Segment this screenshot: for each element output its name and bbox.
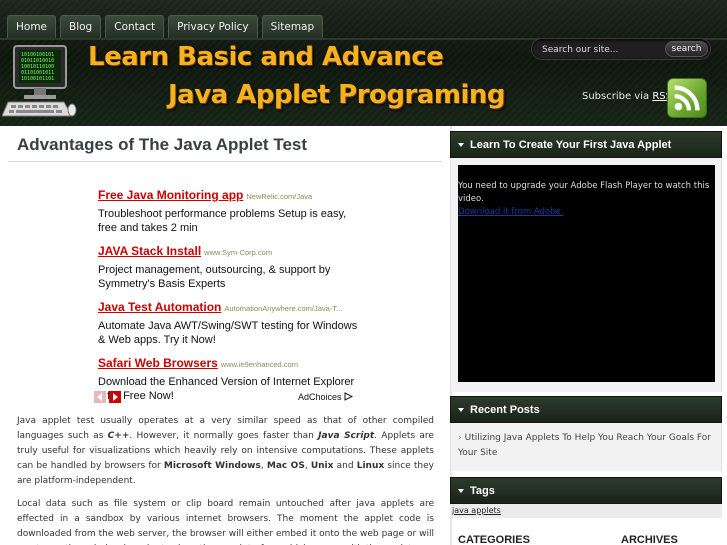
nav-privacy-policy[interactable]: Privacy Policy: [168, 15, 258, 39]
ad-pagination: [94, 391, 124, 403]
nav-home[interactable]: Home: [7, 15, 57, 39]
tags-title: Tags: [470, 485, 495, 497]
recent-posts-header[interactable]: Recent Posts: [450, 396, 722, 423]
ad-choices-label: AdChoices: [298, 392, 342, 402]
subscribe-text: Subscribe via RSS: [582, 91, 672, 102]
ad-description: Project management, outsourcing, & suppo…: [98, 264, 331, 290]
ad-title[interactable]: Free Java Monitoring app: [98, 188, 243, 202]
caret-down-icon: [458, 489, 464, 493]
recent-posts-title: Recent Posts: [470, 404, 540, 416]
caret-down-icon: [458, 408, 464, 412]
logo-line-1: Learn Basic and Advance: [88, 42, 444, 72]
top-nav: Home Blog Contact Privacy Policy Sitemap: [7, 15, 327, 39]
archives-heading: ARCHIVES: [621, 534, 678, 545]
ad-choices-icon: [344, 392, 354, 401]
ad-title[interactable]: Safari Web Browsers: [98, 356, 218, 370]
main-content: Advantages of The Java Applet Test Free …: [0, 126, 447, 545]
ad-choices-link[interactable]: AdChoices: [298, 392, 354, 402]
adobe-download-link[interactable]: Download it from Adobe.: [458, 207, 563, 217]
nav-sitemap[interactable]: Sitemap: [261, 15, 324, 39]
ad-url[interactable]: www.ie9enhanced.com: [221, 360, 298, 369]
nav-contact[interactable]: Contact: [105, 15, 165, 39]
ad-title[interactable]: JAVA Stack Install: [98, 244, 201, 258]
nav-blog[interactable]: Blog: [60, 15, 102, 39]
categories-heading: CATEGORIES: [458, 534, 530, 545]
ad-prev-icon[interactable]: [94, 391, 106, 403]
title-divider: [8, 161, 442, 162]
ad-url[interactable]: www.Sym-Corp.com: [204, 248, 272, 257]
tag-link[interactable]: java applets: [452, 506, 501, 515]
ad-description: Automate Java AWT/Swing/SWT testing for …: [98, 320, 358, 346]
tags-header[interactable]: Tags: [450, 477, 722, 504]
article-paragraph: Java applet test usually operates at a v…: [17, 416, 434, 486]
flash-upgrade-message: You need to upgrade your Adobe Flash Pla…: [458, 181, 710, 217]
ad-next-icon[interactable]: [109, 391, 121, 403]
video-player[interactable]: You need to upgrade your Adobe Flash Pla…: [458, 165, 715, 382]
search-input[interactable]: [542, 42, 652, 57]
ad-description: Troubleshoot performance problems Setup …: [98, 208, 347, 234]
sidebar: Learn To Create Your First Java Applet Y…: [450, 126, 727, 545]
article-paragraph: Local data such as file system or clip b…: [17, 499, 434, 545]
ad-item: Java Test Automation AutomationAnywhere.c…: [98, 298, 358, 347]
bullet-arrow-icon: ›: [458, 433, 462, 443]
svg-text:10100101101: 10100101101: [21, 76, 54, 82]
rss-feed-icon[interactable]: [667, 78, 707, 118]
ad-url[interactable]: NewRelic.com/Java: [246, 192, 312, 201]
article-body: Java applet test usually operates at a v…: [17, 414, 434, 545]
computer-logo-icon: 10100100101 01011010010 10010110100 0110…: [2, 45, 77, 117]
search-form: search: [531, 38, 711, 60]
page-title: Advantages of The Java Applet Test: [17, 135, 308, 154]
ad-item: Free Java Monitoring app NewRelic.com/Jav…: [98, 186, 358, 235]
site-logo-title[interactable]: Learn Basic and Advance Java Applet Prog…: [88, 42, 528, 118]
caret-down-icon: [458, 143, 464, 147]
logo-line-2: Java Applet Programing: [168, 80, 505, 110]
subscribe-label: Subscribe via: [582, 91, 650, 102]
ad-url[interactable]: AutomationAnywhere.com/Java-T...: [224, 304, 342, 313]
recent-post-link[interactable]: › Utilizing Java Applets To Help You Reac…: [458, 431, 716, 461]
video-widget-title: Learn To Create Your First Java Applet: [470, 139, 672, 151]
ad-block: Free Java Monitoring app NewRelic.com/Jav…: [98, 186, 358, 410]
video-widget-header[interactable]: Learn To Create Your First Java Applet: [450, 131, 722, 158]
ad-title[interactable]: Java Test Automation: [98, 300, 221, 314]
search-button[interactable]: search: [665, 41, 708, 57]
site-header: Home Blog Contact Privacy Policy Sitemap…: [0, 0, 727, 126]
ad-item: JAVA Stack Install www.Sym-Corp.com Proje…: [98, 242, 358, 291]
